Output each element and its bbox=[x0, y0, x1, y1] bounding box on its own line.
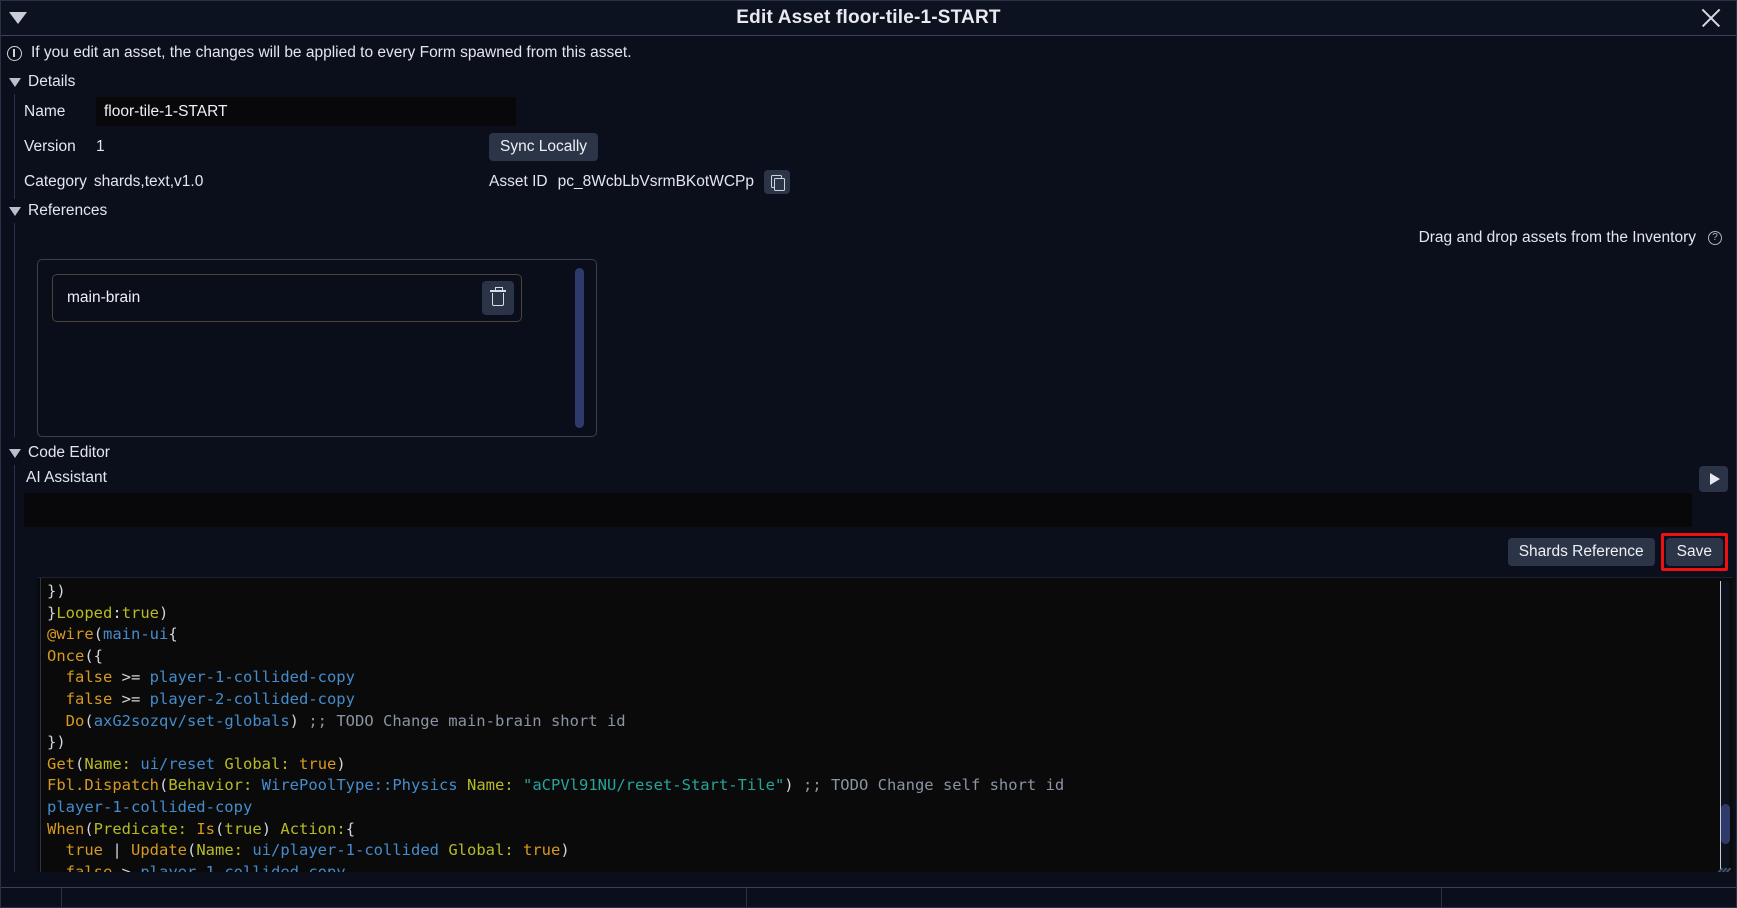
sync-locally-container: Sync Locally bbox=[489, 129, 599, 164]
section-header-details[interactable]: Details bbox=[1, 70, 1736, 94]
code-editor-area[interactable]: }) }Looped:true) @wire(main-ui{ Once({ f… bbox=[37, 577, 1733, 872]
info-banner-text: If you edit an asset, the changes will b… bbox=[31, 44, 632, 61]
version-value: 1 bbox=[96, 137, 105, 155]
category-value: shards,text,v1.0 bbox=[93, 172, 204, 190]
code-toolbar: Shards Reference Save bbox=[24, 527, 1736, 575]
triangle-down-icon bbox=[9, 448, 21, 458]
drag-drop-hint: Drag and drop assets from the Inventory … bbox=[24, 223, 1736, 251]
save-button[interactable]: Save bbox=[1665, 538, 1723, 566]
section-header-references[interactable]: References bbox=[1, 199, 1736, 223]
references-scrollbar[interactable] bbox=[575, 268, 584, 428]
code-scrollbar[interactable] bbox=[1720, 581, 1730, 870]
version-label: Version bbox=[24, 137, 76, 155]
save-button-highlight: Save bbox=[1660, 533, 1728, 571]
info-banner: If you edit an asset, the changes will b… bbox=[1, 36, 1736, 70]
question-mark-icon[interactable]: ? bbox=[1708, 231, 1722, 245]
references-drop-panel[interactable]: main-brain bbox=[37, 259, 597, 437]
ai-assistant-input[interactable] bbox=[24, 493, 1692, 527]
edit-asset-dialog: Edit Asset floor-tile-1-START If you edi… bbox=[0, 0, 1737, 908]
section-title-code-editor: Code Editor bbox=[28, 444, 110, 461]
category-row: Category shards,text,v1.0 Asset ID pc_8W… bbox=[24, 164, 1736, 199]
references-body: Drag and drop assets from the Inventory … bbox=[14, 223, 1736, 437]
triangle-down-icon[interactable] bbox=[9, 12, 27, 24]
status-bar bbox=[1, 887, 1736, 907]
name-label: Name bbox=[24, 102, 66, 120]
details-body: Name Version 1 Sync Locally Category sha… bbox=[14, 94, 1736, 199]
code-content[interactable]: }) }Looped:true) @wire(main-ui{ Once({ f… bbox=[37, 578, 1733, 872]
section-title-references: References bbox=[28, 202, 108, 219]
section-header-code-editor[interactable]: Code Editor bbox=[1, 441, 1736, 465]
asset-id-container: Asset ID pc_8WcbLbVsrmBKotWCPp bbox=[489, 164, 790, 199]
scrollbar-thumb[interactable] bbox=[1721, 804, 1730, 844]
resize-grip[interactable] bbox=[1715, 854, 1731, 872]
info-icon bbox=[7, 45, 22, 61]
code-editor-body: AI Assistant Shards Reference Save }) }L… bbox=[14, 465, 1736, 872]
scrollbar-thumb[interactable] bbox=[575, 268, 584, 428]
triangle-down-icon bbox=[9, 77, 21, 87]
name-row: Name bbox=[24, 94, 1736, 129]
play-icon[interactable] bbox=[1699, 466, 1728, 492]
shards-reference-button[interactable]: Shards Reference bbox=[1507, 538, 1655, 566]
ai-assistant-input-row bbox=[24, 466, 1736, 527]
copy-icon[interactable] bbox=[763, 169, 790, 194]
drag-drop-hint-text: Drag and drop assets from the Inventory bbox=[1418, 229, 1696, 246]
asset-id-value: pc_8WcbLbVsrmBKotWCPp bbox=[557, 172, 754, 190]
version-row: Version 1 Sync Locally bbox=[24, 129, 1736, 164]
triangle-down-icon bbox=[9, 206, 21, 216]
ai-assistant-label: AI Assistant bbox=[26, 469, 107, 486]
section-title-details: Details bbox=[28, 73, 76, 90]
reference-name: main-brain bbox=[67, 289, 141, 306]
category-label: Category bbox=[24, 172, 87, 190]
dialog-titlebar: Edit Asset floor-tile-1-START bbox=[1, 1, 1736, 36]
asset-id-label: Asset ID bbox=[489, 172, 548, 190]
trash-icon[interactable] bbox=[482, 281, 514, 315]
sync-locally-button[interactable]: Sync Locally bbox=[489, 132, 599, 161]
code-gutter bbox=[37, 578, 41, 872]
close-icon[interactable] bbox=[1698, 5, 1724, 31]
list-item[interactable]: main-brain bbox=[52, 274, 522, 322]
name-input[interactable] bbox=[96, 97, 516, 126]
page-title: Edit Asset floor-tile-1-START bbox=[736, 7, 1001, 28]
